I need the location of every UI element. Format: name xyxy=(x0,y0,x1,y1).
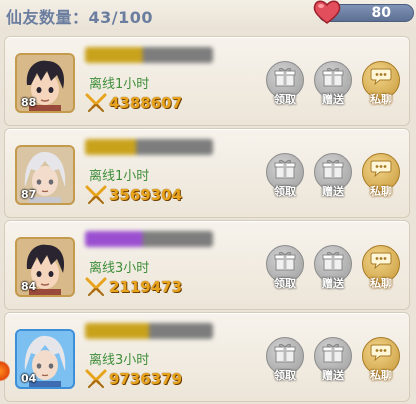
gift-box-icon xyxy=(274,67,296,87)
chat-label: 私聊 xyxy=(370,185,392,198)
friend-card[interactable]: 84 离线3小时 2119473 领取 赠送 私聊 xyxy=(4,220,410,310)
claim-label: 领取 xyxy=(274,185,296,198)
claim-button[interactable]: 领取 xyxy=(263,153,307,203)
gift-button[interactable]: 赠送 xyxy=(311,61,355,111)
gift-label: 赠送 xyxy=(322,185,344,198)
online-status: 离线3小时 xyxy=(89,353,150,368)
chat-label: 私聊 xyxy=(370,277,392,290)
combat-power: 9736379 xyxy=(109,370,183,388)
flame-icon xyxy=(0,360,10,382)
combat-power: 3569304 xyxy=(109,186,183,204)
friend-list[interactable]: 88 离线1小时 4388607 领取 赠送 私聊 87 离线1小时 35693… xyxy=(0,30,416,404)
gift-box-icon xyxy=(322,159,344,179)
heart-icon xyxy=(313,0,341,24)
chat-button[interactable]: 私聊 xyxy=(359,153,403,203)
avatar[interactable]: 88 xyxy=(15,53,75,113)
gift-box-icon xyxy=(322,67,344,87)
level-badge: 04 xyxy=(21,372,37,385)
online-status: 离线1小时 xyxy=(89,77,150,92)
swords-icon xyxy=(85,369,107,388)
speech-bubble-icon xyxy=(370,252,392,269)
gift-button[interactable]: 赠送 xyxy=(311,245,355,295)
player-name-redacted xyxy=(85,47,213,63)
chat-button[interactable]: 私聊 xyxy=(359,61,403,111)
speech-bubble-icon xyxy=(370,344,392,361)
gift-box-icon xyxy=(274,159,296,179)
friend-count-label: 仙友数量：43/100 xyxy=(6,8,154,27)
gift-box-icon xyxy=(322,343,344,363)
claim-label: 领取 xyxy=(274,277,296,290)
gift-label: 赠送 xyxy=(322,277,344,290)
online-status: 离线3小时 xyxy=(89,261,150,276)
chat-label: 私聊 xyxy=(370,93,392,106)
swords-icon xyxy=(85,185,107,204)
chat-button[interactable]: 私聊 xyxy=(359,337,403,387)
friend-card[interactable]: 88 离线1小时 4388607 领取 赠送 私聊 xyxy=(4,36,410,126)
claim-button[interactable]: 领取 xyxy=(263,61,307,111)
gift-box-icon xyxy=(274,343,296,363)
level-badge: 84 xyxy=(21,280,37,293)
gift-box-icon xyxy=(274,251,296,271)
speech-bubble-icon xyxy=(370,68,392,85)
gift-button[interactable]: 赠送 xyxy=(311,337,355,387)
avatar[interactable]: 04 xyxy=(15,329,75,389)
combat-power: 4388607 xyxy=(109,94,183,112)
avatar[interactable]: 87 xyxy=(15,145,75,205)
gift-button[interactable]: 赠送 xyxy=(311,153,355,203)
chat-label: 私聊 xyxy=(370,369,392,382)
avatar[interactable]: 84 xyxy=(15,237,75,297)
chat-button[interactable]: 私聊 xyxy=(359,245,403,295)
hearts-value: 80 xyxy=(371,5,391,21)
claim-label: 领取 xyxy=(274,369,296,382)
player-name-redacted xyxy=(85,323,213,339)
swords-icon xyxy=(85,93,107,112)
gift-label: 赠送 xyxy=(322,369,344,382)
speech-bubble-icon xyxy=(370,160,392,177)
claim-button[interactable]: 领取 xyxy=(263,245,307,295)
claim-label: 领取 xyxy=(274,93,296,106)
player-name-redacted xyxy=(85,231,213,247)
gift-label: 赠送 xyxy=(322,93,344,106)
player-name-redacted xyxy=(85,139,213,155)
claim-button[interactable]: 领取 xyxy=(263,337,307,387)
level-badge: 88 xyxy=(21,96,37,109)
level-badge: 87 xyxy=(21,188,37,201)
swords-icon xyxy=(85,277,107,296)
friend-card[interactable]: 04 离线3小时 9736379 领取 赠送 私聊 xyxy=(4,312,410,402)
top-bar: 仙友数量：43/100 80 xyxy=(0,0,416,30)
friend-card[interactable]: 87 离线1小时 3569304 领取 赠送 私聊 xyxy=(4,128,410,218)
combat-power: 2119473 xyxy=(109,278,183,296)
online-status: 离线1小时 xyxy=(89,169,150,184)
gift-box-icon xyxy=(322,251,344,271)
